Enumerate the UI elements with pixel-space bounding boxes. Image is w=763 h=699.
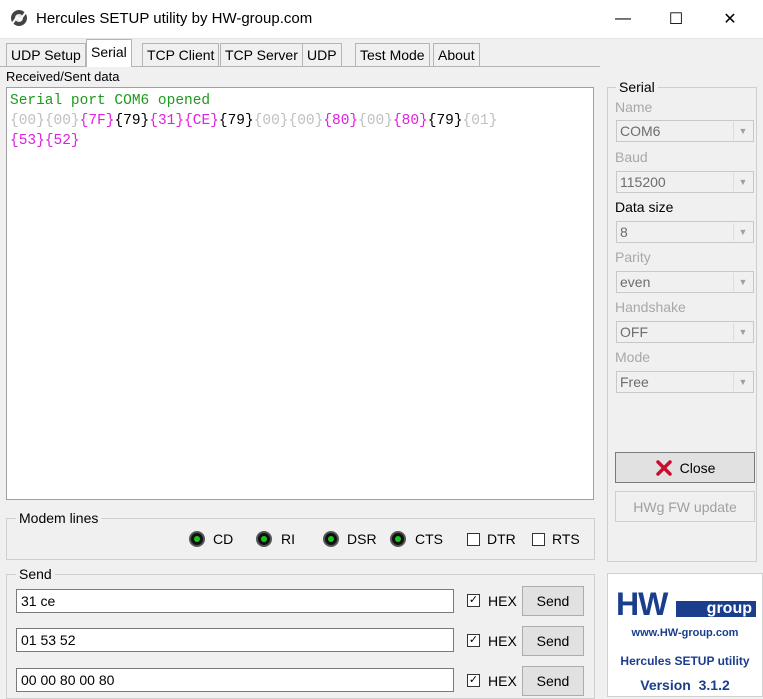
close-x-icon	[655, 459, 672, 476]
dsr-label: DSR	[347, 531, 377, 547]
name-label: Name	[615, 99, 653, 115]
tab-udp[interactable]: UDP	[302, 43, 342, 66]
handshake-select[interactable]: OFF ▼	[616, 321, 754, 343]
rts-checkbox[interactable]	[532, 533, 545, 546]
byte-token: {00}	[358, 113, 393, 129]
chevron-down-icon: ▼	[733, 173, 752, 191]
send-button-3[interactable]: Send	[522, 666, 584, 696]
send-group-title: Send	[16, 566, 55, 582]
modem-lines-title: Modem lines	[16, 510, 102, 526]
logo-group: group	[676, 601, 756, 617]
hex-label-2: HEX	[488, 633, 517, 649]
cts-label: CTS	[415, 531, 443, 547]
chevron-down-icon: ▼	[733, 373, 752, 391]
title-bar: Hercules SETUP utility by HW-group.com —…	[0, 0, 763, 39]
byte-token: {01}	[462, 113, 498, 129]
received-data-area[interactable]: Serial port COM6 opened {00}{00}{7F}{79}…	[6, 87, 594, 500]
tab-about[interactable]: About	[433, 43, 480, 66]
tab-udp-setup[interactable]: UDP Setup	[6, 43, 86, 66]
hercules-app-icon	[11, 10, 27, 26]
hex-label-1: HEX	[488, 593, 517, 609]
send-input-3[interactable]: 00 00 80 00 80	[16, 668, 454, 692]
parity-select[interactable]: even ▼	[616, 271, 754, 293]
serial-group-title: Serial	[616, 79, 658, 95]
send-input-2[interactable]: 01 53 52	[16, 628, 454, 652]
close-window-button[interactable]: ✕	[707, 0, 753, 38]
byte-token: {79}	[427, 113, 463, 129]
data-size-label: Data size	[615, 199, 674, 215]
dtr-checkbox[interactable]	[467, 533, 480, 546]
mode-label: Mode	[615, 349, 651, 365]
cd-indicator-icon	[189, 531, 205, 547]
send-button-2[interactable]: Send	[522, 626, 584, 656]
send-button-1[interactable]: Send	[522, 586, 584, 616]
dtr-label: DTR	[487, 531, 516, 547]
byte-token: {52}	[44, 133, 80, 149]
hex-label-3: HEX	[488, 673, 517, 689]
byte-token: {31}	[149, 113, 185, 129]
status-line: Serial port COM6 opened	[10, 93, 211, 109]
name-select[interactable]: COM6 ▼	[616, 120, 754, 142]
byte-token: {53}	[10, 133, 45, 149]
chevron-down-icon: ▼	[733, 273, 752, 291]
data-size-select[interactable]: 8 ▼	[616, 221, 754, 243]
close-icon: ✕	[723, 11, 737, 28]
close-port-button[interactable]: Close	[615, 452, 755, 483]
maximize-button[interactable]: ☐	[653, 0, 699, 38]
close-port-label: Close	[679, 459, 716, 476]
dsr-indicator-icon	[323, 531, 339, 547]
baud-select[interactable]: 115200 ▼	[616, 171, 754, 193]
byte-token: {79}	[218, 113, 254, 129]
byte-token: {CE}	[184, 113, 219, 129]
handshake-label: Handshake	[615, 299, 686, 315]
hex-checkbox-2[interactable]: ✓	[467, 634, 480, 647]
version-label: Version 3.1.2	[640, 677, 730, 693]
byte-line: {53}{52}	[10, 131, 590, 151]
cd-label: CD	[213, 531, 234, 547]
tab-tcp-client[interactable]: TCP Client	[142, 43, 220, 66]
window-title: Hercules SETUP utility by HW-group.com	[36, 10, 313, 27]
ri-indicator-icon	[256, 531, 272, 547]
byte-token: {00}	[288, 113, 324, 129]
byte-line: {00}{00}{7F}{79}{31}{CE}{79}{00}{00}{80}…	[10, 111, 590, 131]
byte-token: {80}	[392, 113, 428, 129]
hex-checkbox-3[interactable]: ✓	[467, 674, 480, 687]
hw-group-logo: HW group www.HW-group.com Hercules SETUP…	[607, 573, 763, 697]
tab-tcp-server[interactable]: TCP Server	[220, 43, 303, 66]
send-input-1[interactable]: 31 ce	[16, 589, 454, 613]
hex-checkbox-1[interactable]: ✓	[467, 594, 480, 607]
byte-token: {00}	[10, 113, 45, 129]
tab-test-mode[interactable]: Test Mode	[355, 43, 430, 66]
chevron-down-icon: ▼	[733, 122, 752, 140]
minimize-button[interactable]: —	[600, 0, 646, 38]
byte-token: {80}	[323, 113, 359, 129]
received-sent-label: Received/Sent data	[6, 69, 120, 84]
byte-token: {7F}	[79, 113, 115, 129]
baud-label: Baud	[615, 149, 648, 165]
minimize-icon: —	[615, 10, 631, 27]
ri-label: RI	[281, 531, 295, 547]
logo-hw: HW	[616, 586, 668, 622]
product-name: Hercules SETUP utility	[620, 654, 750, 668]
rts-label: RTS	[552, 531, 580, 547]
hwg-fw-update-button[interactable]: HWg FW update	[615, 491, 755, 522]
chevron-down-icon: ▼	[733, 223, 752, 241]
byte-token: {00}	[253, 113, 289, 129]
byte-token: {79}	[114, 113, 150, 129]
logo-url: www.HW-group.com	[631, 627, 739, 639]
fw-update-label: HWg FW update	[633, 498, 737, 515]
parity-label: Parity	[615, 249, 651, 265]
byte-token: {00}	[44, 113, 80, 129]
maximize-icon: ☐	[668, 11, 684, 28]
cts-indicator-icon	[390, 531, 406, 547]
tab-serial[interactable]: Serial	[86, 39, 132, 67]
mode-select[interactable]: Free ▼	[616, 371, 754, 393]
chevron-down-icon: ▼	[733, 323, 752, 341]
